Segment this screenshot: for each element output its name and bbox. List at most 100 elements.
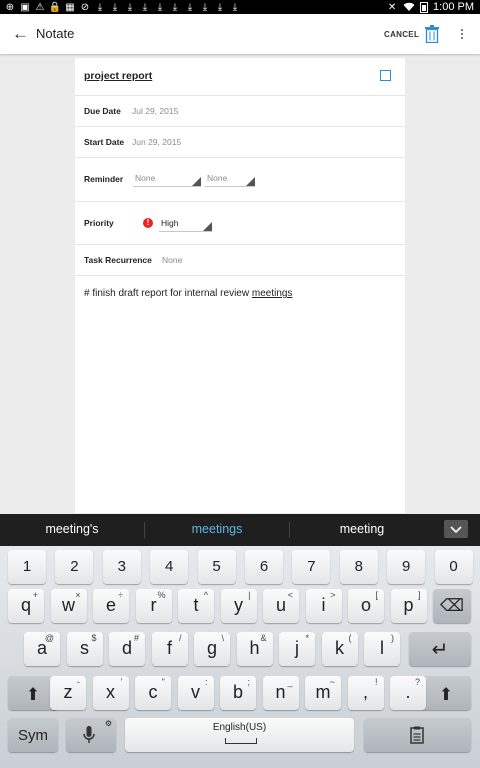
key-period[interactable]: .? bbox=[390, 676, 426, 710]
key-o[interactable]: o[ bbox=[348, 589, 384, 623]
reminder-dropdown-1[interactable]: None bbox=[133, 172, 201, 187]
key-y[interactable]: y | bbox=[220, 589, 257, 623]
key-d[interactable]: d # bbox=[109, 632, 145, 666]
key-b-label: b bbox=[232, 682, 243, 702]
key-8[interactable]: 8 bbox=[339, 550, 378, 584]
key-2[interactable]: 2 bbox=[55, 550, 94, 584]
key-c-alt-label: " bbox=[161, 677, 165, 687]
key-4[interactable]: 4 bbox=[150, 550, 189, 584]
task-title-row: project report bbox=[75, 58, 405, 96]
due-date-row[interactable]: Due Date Jul 29, 2015 bbox=[75, 96, 405, 127]
reminder-dropdown-1-value: None bbox=[135, 173, 156, 183]
key-g[interactable]: g \ bbox=[194, 632, 230, 666]
key-z[interactable]: z- bbox=[50, 676, 86, 710]
key-5[interactable]: 5 bbox=[197, 550, 236, 584]
recurrence-value[interactable]: None bbox=[162, 255, 182, 265]
download-icon: ⤓ bbox=[142, 1, 148, 13]
key-m-alt-label: ~ bbox=[329, 677, 335, 687]
key-6[interactable]: 6 bbox=[245, 550, 283, 584]
key-h[interactable]: h & bbox=[236, 632, 273, 666]
key-b-alt-label: ; bbox=[247, 677, 250, 687]
key-v[interactable]: v: bbox=[177, 676, 214, 710]
key-k[interactable]: k( bbox=[321, 632, 358, 666]
priority-dropdown[interactable]: High bbox=[159, 217, 212, 232]
key-x-label: x bbox=[106, 682, 115, 702]
key-l-alt-label: ) bbox=[391, 633, 394, 643]
key-s[interactable]: s $ bbox=[66, 632, 103, 666]
recurrence-row[interactable]: Task Recurrence None bbox=[75, 245, 405, 276]
download-icon: ⤓ bbox=[172, 1, 178, 13]
task-title[interactable]: project report bbox=[84, 70, 152, 82]
note-editor[interactable]: # finish draft report for internal revie… bbox=[75, 276, 405, 513]
key-a-alt-label: @ bbox=[44, 633, 54, 643]
voice-input-key[interactable]: ⚙ bbox=[66, 718, 116, 752]
more-options-icon[interactable] bbox=[458, 25, 466, 43]
due-date-value[interactable]: Jul 29, 2015 bbox=[132, 106, 178, 116]
key-r[interactable]: r% bbox=[135, 589, 172, 623]
key-f[interactable]: f / bbox=[151, 632, 188, 666]
key-m[interactable]: m ~ bbox=[305, 676, 341, 710]
recurrence-label: Task Recurrence bbox=[84, 255, 152, 265]
key-x[interactable]: x ' bbox=[92, 676, 129, 710]
key-a-label: a bbox=[36, 638, 47, 658]
key-h-label: h bbox=[249, 638, 260, 658]
key-n-label: n bbox=[275, 682, 286, 702]
start-date-value[interactable]: Jun 29, 2015 bbox=[132, 137, 181, 147]
key-j[interactable]: j * bbox=[279, 632, 315, 666]
key-b[interactable]: b; bbox=[220, 676, 256, 710]
key-j-label: j bbox=[295, 638, 299, 658]
key-7[interactable]: 7 bbox=[292, 550, 331, 584]
note-text[interactable]: # finish draft report for internal revie… bbox=[84, 288, 292, 299]
cancel-button[interactable]: CANCEL bbox=[384, 30, 419, 39]
key-9[interactable]: 9 bbox=[387, 550, 426, 584]
key-u-label: u bbox=[275, 595, 286, 615]
key-0[interactable]: 0 bbox=[434, 550, 473, 584]
key-n[interactable]: n _ bbox=[262, 676, 299, 710]
key-w[interactable]: w × bbox=[50, 589, 87, 623]
start-date-row[interactable]: Start Date Jun 29, 2015 bbox=[75, 127, 405, 158]
key-l[interactable]: l) bbox=[364, 632, 400, 666]
suggestion-1[interactable]: meeting's bbox=[0, 522, 144, 536]
key-q[interactable]: q + bbox=[8, 589, 44, 623]
key-w-label: w bbox=[62, 595, 75, 615]
sym-key-label: Sym bbox=[18, 727, 48, 744]
key-3[interactable]: 3 bbox=[102, 550, 141, 584]
key-c[interactable]: c " bbox=[135, 676, 171, 710]
key-u-alt-label: < bbox=[287, 590, 293, 600]
key-i[interactable]: i > bbox=[305, 589, 342, 623]
key-e[interactable]: e ÷ bbox=[93, 589, 129, 623]
reminder-row: Reminder None None bbox=[75, 158, 405, 202]
status-bar: ⊕ ▣ ⚠ 🔒 ▦ ⊘ ⤓ ⤓ ⤓ ⤓ ⤓ ⤓ ⤓ ⤓ ⤓ ⤓ ✕ 1:00 PM bbox=[0, 0, 480, 14]
reminder-label: Reminder bbox=[84, 174, 124, 184]
key-a[interactable]: a @ bbox=[24, 632, 60, 666]
sym-key[interactable]: Sym bbox=[8, 718, 58, 752]
enter-key[interactable]: ↵ bbox=[409, 632, 471, 666]
clipboard-key[interactable] bbox=[364, 718, 471, 752]
shift-key-right[interactable]: ⬆ bbox=[421, 676, 471, 710]
key-comma[interactable]: ,! bbox=[347, 676, 384, 710]
backspace-key[interactable]: ⌫ bbox=[433, 589, 471, 623]
microphone-icon bbox=[83, 726, 95, 743]
delete-trash-icon[interactable] bbox=[425, 25, 439, 44]
reminder-dropdown-2[interactable]: None bbox=[205, 172, 255, 187]
key-1[interactable]: 1 bbox=[8, 550, 46, 584]
key-o-label: o bbox=[360, 595, 371, 615]
key-comma-label: , bbox=[362, 682, 368, 702]
suggestion-2[interactable]: meetings bbox=[145, 522, 289, 536]
key-u[interactable]: u < bbox=[263, 589, 299, 623]
suggestion-3[interactable]: meeting bbox=[290, 522, 434, 536]
app-bar: ← Notate CANCEL bbox=[0, 14, 480, 54]
key-g-label: g bbox=[206, 638, 217, 658]
key-t[interactable]: t ^ bbox=[178, 589, 214, 623]
space-key[interactable]: English(US) bbox=[125, 718, 354, 752]
key-h-alt-label: & bbox=[260, 633, 267, 643]
back-button[interactable]: ← bbox=[12, 24, 29, 44]
key-5-label: 5 bbox=[212, 558, 221, 575]
key-v-label: v bbox=[191, 682, 200, 702]
download-icon: ⤓ bbox=[97, 1, 103, 13]
priority-label: Priority bbox=[84, 218, 114, 228]
key-p[interactable]: p] bbox=[390, 589, 427, 623]
key-9-label: 9 bbox=[402, 558, 411, 575]
task-complete-checkbox[interactable] bbox=[380, 70, 391, 81]
collapse-suggestions-button[interactable] bbox=[444, 520, 468, 538]
